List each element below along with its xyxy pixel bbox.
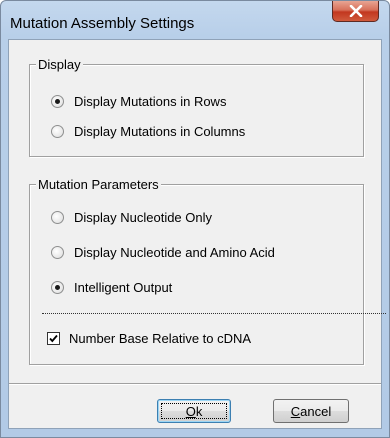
display-group: Display Display Mutations in Rows Displa… (29, 57, 364, 157)
radio-intelligent-output[interactable]: Intelligent Output (51, 280, 172, 295)
mutation-parameters-group: Mutation Parameters Display Nucleotide O… (29, 177, 386, 365)
dotted-divider (42, 313, 386, 314)
radio-display-rows[interactable]: Display Mutations in Rows (51, 94, 226, 109)
radio-nucleotide-only[interactable]: Display Nucleotide Only (51, 210, 212, 225)
dialog-window: Mutation Assembly Settings Display Displ… (0, 0, 390, 438)
cancel-label: ancel (300, 403, 332, 419)
radio-button-selected[interactable] (51, 281, 64, 294)
radio-label: Display Mutations in Columns (74, 124, 246, 139)
checkmark-icon (49, 334, 58, 343)
radio-label: Display Nucleotide and Amino Acid (74, 245, 275, 260)
checkbox-number-base[interactable]: Number Base Relative to cDNA (47, 331, 251, 346)
display-group-label: Display (36, 57, 83, 72)
checkbox-label: Number Base Relative to cDNA (69, 331, 252, 346)
cancel-mnemonic: C (290, 403, 301, 419)
close-button[interactable] (332, 1, 379, 22)
radio-button-selected[interactable] (51, 95, 64, 108)
radio-label: Intelligent Output (74, 280, 173, 295)
focus-rectangle (161, 403, 227, 419)
radio-display-columns[interactable]: Display Mutations in Columns (51, 124, 245, 139)
ok-button[interactable]: Ok (157, 399, 231, 423)
window-title: Mutation Assembly Settings (10, 15, 195, 32)
dialog-client-area: Display Display Mutations in Rows Displa… (8, 39, 386, 429)
radio-label: Display Nucleotide Only (74, 210, 213, 225)
radio-button[interactable] (51, 125, 64, 138)
close-x-icon (349, 5, 362, 17)
checkbox[interactable] (47, 332, 60, 345)
cancel-button[interactable]: Cancel (273, 399, 349, 423)
radio-nucleotide-amino[interactable]: Display Nucleotide and Amino Acid (51, 245, 275, 260)
title-bar[interactable]: Mutation Assembly Settings (1, 1, 389, 32)
mutation-parameters-label: Mutation Parameters (36, 177, 161, 192)
radio-label: Display Mutations in Rows (74, 94, 227, 109)
radio-button[interactable] (51, 211, 64, 224)
button-separator (9, 383, 381, 385)
radio-button[interactable] (51, 246, 64, 259)
